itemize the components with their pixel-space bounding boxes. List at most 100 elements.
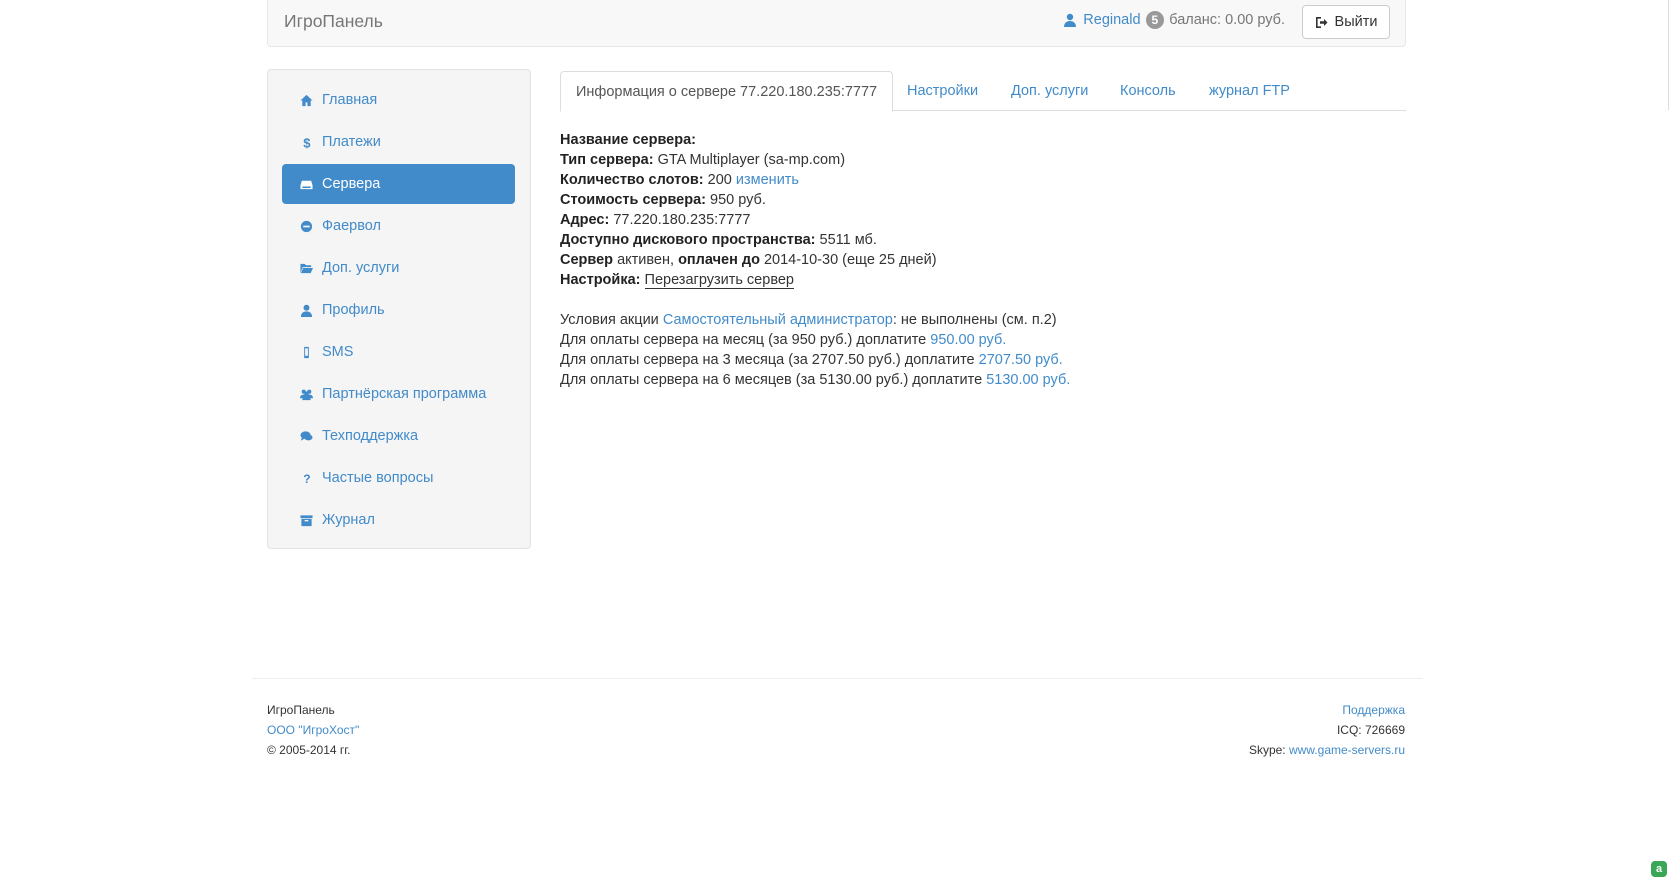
users-icon	[297, 388, 315, 401]
user-icon	[1064, 13, 1077, 27]
company-link[interactable]: ООО "ИгроХост"	[267, 723, 359, 737]
sidebar-item-home[interactable]: Главная	[282, 80, 515, 120]
paid-until-value: 2014-10-30 (еще 25 дней)	[763, 252, 937, 268]
pay-amount-link[interactable]: 950.00 руб.	[930, 332, 1006, 348]
paid-until-label: оплачен до	[678, 252, 760, 268]
comments-icon	[297, 430, 315, 443]
archive-icon	[297, 514, 315, 527]
sidebar-item-label: Доп. услуги	[322, 260, 400, 276]
question-icon: ?	[297, 472, 315, 485]
shield-icon[interactable]: a	[1651, 861, 1667, 877]
settings-row: Настройка: Перезагрузить сервер	[560, 270, 1406, 290]
restart-server-link[interactable]: Перезагрузить сервер	[644, 272, 794, 289]
sidebar-item-label: Техподдержка	[322, 428, 419, 444]
icq-text: ICQ: 726669	[1336, 723, 1405, 737]
sidebar-item-extra-services[interactable]: Доп. услуги	[282, 248, 515, 288]
server-type-row: Тип сервера: GTA Multiplayer (sa-mp.com)	[560, 150, 1406, 170]
cost-row: Стоимость сервера: 950 руб.	[560, 190, 1406, 210]
disk-value: 5511 мб.	[819, 232, 877, 248]
hdd-icon	[297, 178, 315, 191]
server-tabs: Информация о сервере 77.220.180.235:7777…	[560, 71, 1406, 112]
address-value: 77.220.180.235:7777	[613, 212, 751, 228]
sidebar-item-firewall[interactable]: Фаервол	[282, 206, 515, 246]
scrollbar[interactable]	[1668, 0, 1675, 110]
status-row: Сервер активен, оплачен до 2014-10-30 (е…	[560, 250, 1406, 270]
support-link[interactable]: Поддержка	[1342, 703, 1405, 717]
cost-value: 950 руб.	[710, 192, 766, 208]
notification-badge[interactable]: 5	[1145, 11, 1165, 29]
pay-line-text: Для оплаты сервера на 6 месяцев (за 5130…	[560, 372, 983, 388]
sidebar-nav: Главная $ Платежи Сервера Фаервол Доп. у…	[282, 80, 515, 542]
slots-value: 200	[707, 172, 732, 188]
server-name-label: Название сервера:	[560, 132, 696, 148]
username-link[interactable]: Reginald	[1083, 12, 1140, 28]
sidebar-item-label: Журнал	[322, 512, 375, 528]
cost-label: Стоимость сервера:	[560, 192, 706, 208]
tab-settings[interactable]: Настройки	[907, 71, 978, 111]
sidebar-item-servers[interactable]: Сервера	[282, 164, 515, 204]
skype-label: Skype:	[1248, 743, 1286, 757]
address-label: Адрес:	[560, 212, 610, 228]
sidebar-item-faq[interactable]: ? Частые вопросы	[282, 458, 515, 498]
logout-button[interactable]: Выйти	[1302, 5, 1390, 39]
pay-line: Для оплаты сервера на месяц (за 950 руб.…	[560, 330, 1406, 350]
skype-row: Skype: www.game-servers.ru	[1249, 740, 1405, 760]
pay-amount-link[interactable]: 2707.50 руб.	[979, 352, 1063, 368]
footer-right: Поддержка ICQ: 726669 Skype: www.game-se…	[1249, 700, 1405, 760]
footer-left: ИгроПанель ООО "ИгроХост" © 2005-2014 гг…	[267, 700, 359, 760]
dollar-icon: $	[297, 136, 315, 149]
slots-label: Количество слотов:	[560, 172, 704, 188]
address-row: Адрес: 77.220.180.235:7777	[560, 210, 1406, 230]
copyright: © 2005-2014 гг.	[267, 743, 351, 757]
sidebar-item-label: Профиль	[322, 302, 385, 318]
server-type-value: GTA Multiplayer (sa-mp.com)	[657, 152, 846, 168]
pay-amount-link[interactable]: 5130.00 руб.	[986, 372, 1070, 388]
sidebar-item-partner-program[interactable]: Партнёрская программа	[282, 374, 515, 414]
mobile-icon	[297, 346, 315, 359]
server-type-label: Тип сервера:	[560, 152, 654, 168]
sidebar-item-log[interactable]: Журнал	[282, 500, 515, 540]
brand-title[interactable]: ИгроПанель	[284, 11, 383, 32]
folder-open-icon	[297, 262, 315, 275]
user-icon	[297, 304, 315, 317]
settings-label: Настройка:	[560, 272, 641, 288]
disk-row: Доступно дискового пространства: 5511 мб…	[560, 230, 1406, 250]
pay-line: Для оплаты сервера на 3 месяца (за 2707.…	[560, 350, 1406, 370]
sign-out-icon	[1315, 16, 1328, 28]
skype-link[interactable]: www.game-servers.ru	[1289, 743, 1405, 757]
change-slots-link[interactable]: изменить	[736, 172, 799, 188]
sidebar-item-label: Партнёрская программа	[322, 386, 487, 402]
sidebar-item-support[interactable]: Техподдержка	[282, 416, 515, 456]
pay-line: Для оплаты сервера на 6 месяцев (за 5130…	[560, 370, 1406, 390]
promo-conditions-prefix: Условия акции	[560, 312, 659, 328]
tab-ftp-log[interactable]: журнал FTP	[1209, 71, 1290, 111]
status-label: Сервер	[560, 252, 614, 268]
self-admin-link[interactable]: Самостоятельный администратор	[663, 312, 893, 328]
sidebar-item-sms[interactable]: SMS	[282, 332, 515, 372]
promo-block: Условия акции Самостоятельный администра…	[560, 310, 1406, 390]
user-area: Reginald 5 баланс: 0.00 руб.	[1063, 11, 1285, 29]
tab-console[interactable]: Консоль	[1120, 71, 1176, 111]
sidebar-item-label: Сервера	[322, 176, 381, 192]
footer-brand: ИгроПанель	[267, 703, 335, 717]
pay-line-text: Для оплаты сервера на месяц (за 950 руб.…	[560, 332, 927, 348]
top-navbar: ИгроПанель Reginald 5 баланс: 0.00 руб. …	[267, 0, 1406, 47]
minus-circle-icon	[297, 220, 315, 233]
sidebar-item-profile[interactable]: Профиль	[282, 290, 515, 330]
promo-conditions-status: : не выполнены (см. п.2)	[892, 312, 1057, 328]
sidebar-item-label: Фаервол	[322, 218, 381, 234]
tab-server-info[interactable]: Информация о сервере 77.220.180.235:7777	[560, 71, 894, 112]
pay-line-text: Для оплаты сервера на 3 месяца (за 2707.…	[560, 352, 975, 368]
sidebar-item-label: Главная	[322, 92, 378, 108]
sidebar-item-label: Частые вопросы	[322, 470, 434, 486]
sidebar-item-label: SMS	[322, 344, 354, 360]
logout-label: Выйти	[1334, 14, 1378, 30]
balance-text: баланс: 0.00 руб.	[1169, 12, 1285, 28]
home-icon	[297, 94, 315, 107]
footer-divider	[252, 678, 1423, 679]
promo-conditions-row: Условия акции Самостоятельный администра…	[560, 310, 1406, 330]
tab-extra-services[interactable]: Доп. услуги	[1011, 71, 1088, 111]
slots-row: Количество слотов: 200 изменить	[560, 170, 1406, 190]
server-info: Название сервера: Тип сервера: GTA Multi…	[560, 130, 1406, 390]
sidebar-item-payments[interactable]: $ Платежи	[282, 122, 515, 162]
